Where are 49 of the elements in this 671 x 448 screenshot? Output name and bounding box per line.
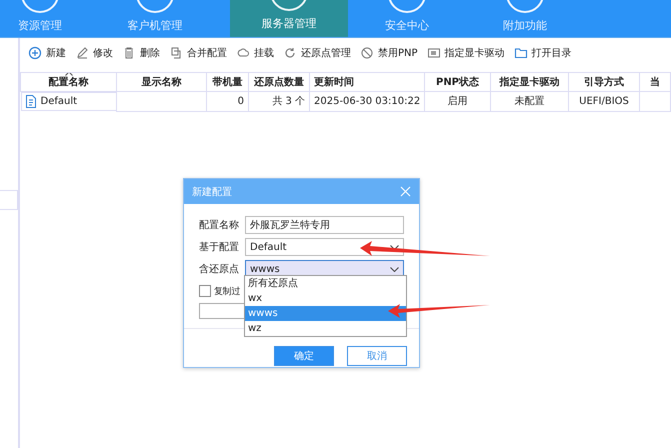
chevron-down-icon	[390, 266, 399, 272]
table-cell: 0	[238, 96, 244, 107]
table-cell: UEFI/BIOS	[579, 96, 629, 107]
column-header[interactable]: 当	[640, 72, 670, 92]
column-header[interactable]: 显示名称	[116, 72, 206, 92]
card-icon	[426, 46, 441, 60]
toolbar-button[interactable]: 还原点管理	[283, 46, 351, 60]
column-header[interactable]: 引导方式	[568, 72, 640, 92]
table-cell: 启用	[448, 96, 468, 108]
toolbar-button[interactable]: 合并配置	[169, 46, 227, 60]
chevron-down-icon	[390, 244, 399, 250]
pencil-icon	[75, 46, 89, 60]
toolbar-button[interactable]: 挂载	[236, 46, 274, 60]
toolbar-button[interactable]: 新建	[28, 46, 66, 60]
nav-tab[interactable]: 服务器管理	[230, 0, 348, 37]
ban-icon	[360, 46, 374, 60]
table-cell: 未配置	[514, 96, 544, 108]
copy-icon	[169, 46, 183, 60]
toolbar-button[interactable]: 打开目录	[514, 46, 572, 60]
close-icon[interactable]	[400, 186, 411, 197]
dialog-title: 新建配置	[192, 186, 232, 198]
toolbar-button[interactable]: 修改	[75, 46, 113, 60]
file-icon	[26, 95, 36, 108]
table-cell: Default	[40, 96, 78, 107]
column-header[interactable]: 配置名称	[20, 72, 116, 92]
toolbar-button[interactable]: 禁用PNP	[360, 46, 418, 60]
column-header[interactable]: 还原点数量	[248, 72, 310, 92]
trash-icon	[122, 46, 136, 60]
field-label: 基于配置	[199, 240, 240, 254]
column-header[interactable]: 带机量	[206, 72, 248, 92]
plus-icon	[28, 46, 42, 60]
table-cell: 共 3 个	[272, 96, 305, 108]
dropdown[interactable]: Default	[245, 238, 404, 256]
toolbar-button[interactable]: 删除	[122, 46, 160, 60]
folder-icon	[514, 46, 528, 60]
column-header[interactable]: 更新时间	[310, 72, 424, 92]
dropdown-option[interactable]: wx	[245, 291, 406, 306]
table-cell: 2025-06-30 03:10:22	[314, 96, 420, 107]
field-label: 配置名称	[199, 218, 240, 232]
refresh-icon	[283, 46, 297, 60]
toolbar-button[interactable]: 指定显卡驱动	[426, 46, 505, 60]
dropdown-option[interactable]: 所有还原点	[245, 276, 406, 291]
checkbox[interactable]	[199, 285, 211, 297]
field-label: 含还原点	[199, 262, 240, 276]
dropdown-option[interactable]: wz	[245, 321, 406, 336]
input-field[interactable]: 外服瓦罗兰特专用	[245, 216, 404, 234]
column-header[interactable]: PNP状态	[424, 72, 490, 92]
column-header[interactable]: 指定显卡驱动	[490, 72, 568, 92]
checkbox-label: 复制过	[214, 286, 240, 298]
